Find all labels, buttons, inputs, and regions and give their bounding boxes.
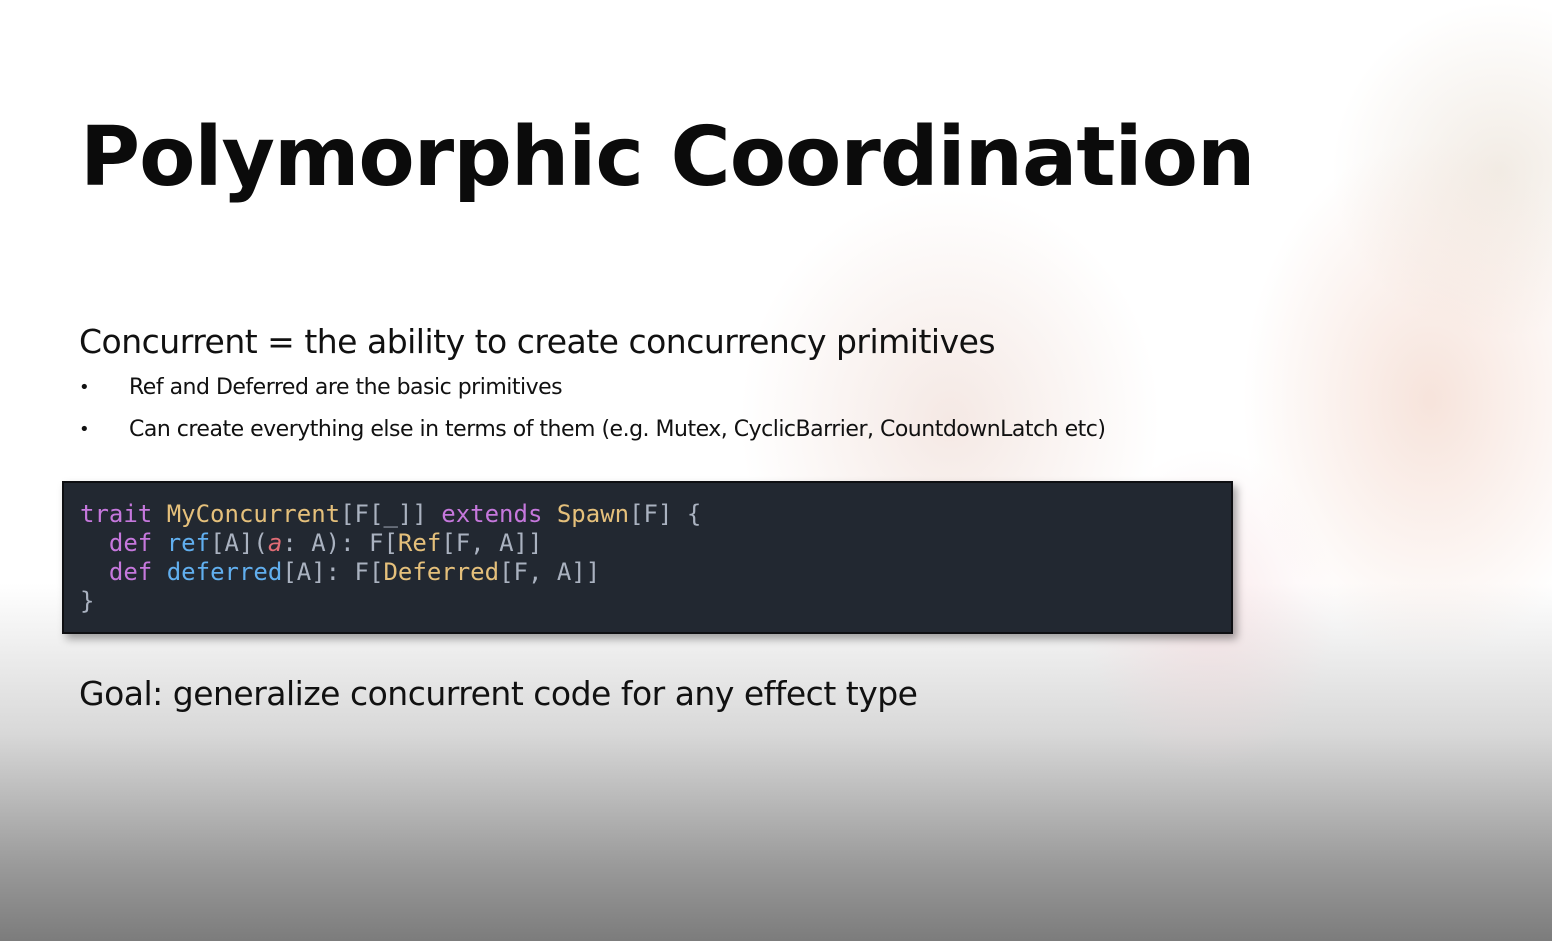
code-token: trait	[80, 500, 153, 528]
code-token: [F[_]]	[340, 500, 442, 528]
code-token: extends	[441, 500, 543, 528]
code-line: def deferred[A]: F[Deferred[F, A]]	[80, 558, 1215, 587]
bullet-marker: •	[79, 419, 90, 440]
code-token: [A](	[210, 529, 268, 557]
code-line: }	[80, 587, 1215, 616]
bullet-marker: •	[79, 377, 90, 398]
goal-statement: Goal: generalize concurrent code for any…	[79, 674, 918, 713]
code-token: def	[108, 558, 153, 586]
code-token: deferred	[166, 558, 283, 586]
code-token: : A): F[	[282, 529, 398, 557]
code-token: [A]: F[	[282, 558, 384, 586]
bullet-text: Ref and Deferred are the basic primitive…	[129, 375, 563, 400]
code-token: Deferred	[383, 558, 500, 586]
code-token: [F] {	[629, 500, 702, 528]
code-line: trait MyConcurrent[F[_]] extends Spawn[F…	[80, 500, 1215, 529]
code-token: [F, A]]	[441, 529, 543, 557]
code-token: ref	[166, 529, 211, 557]
code-token: def	[108, 529, 153, 557]
code-block: trait MyConcurrent[F[_]] extends Spawn[F…	[62, 481, 1233, 634]
code-token: a	[267, 529, 283, 557]
slide-title: Polymorphic Coordination	[80, 110, 1255, 205]
code-token: }	[80, 587, 95, 615]
code-token: [F, A]]	[499, 558, 601, 586]
bullet-text: Can create everything else in terms of t…	[129, 417, 1106, 442]
code-token: Spawn	[556, 500, 630, 528]
code-line: def ref[A](a: A): F[Ref[F, A]]	[80, 529, 1215, 558]
slide-subtitle: Concurrent = the ability to create concu…	[79, 322, 996, 361]
code-token: MyConcurrent	[166, 500, 341, 528]
code-token: Ref	[397, 529, 442, 557]
